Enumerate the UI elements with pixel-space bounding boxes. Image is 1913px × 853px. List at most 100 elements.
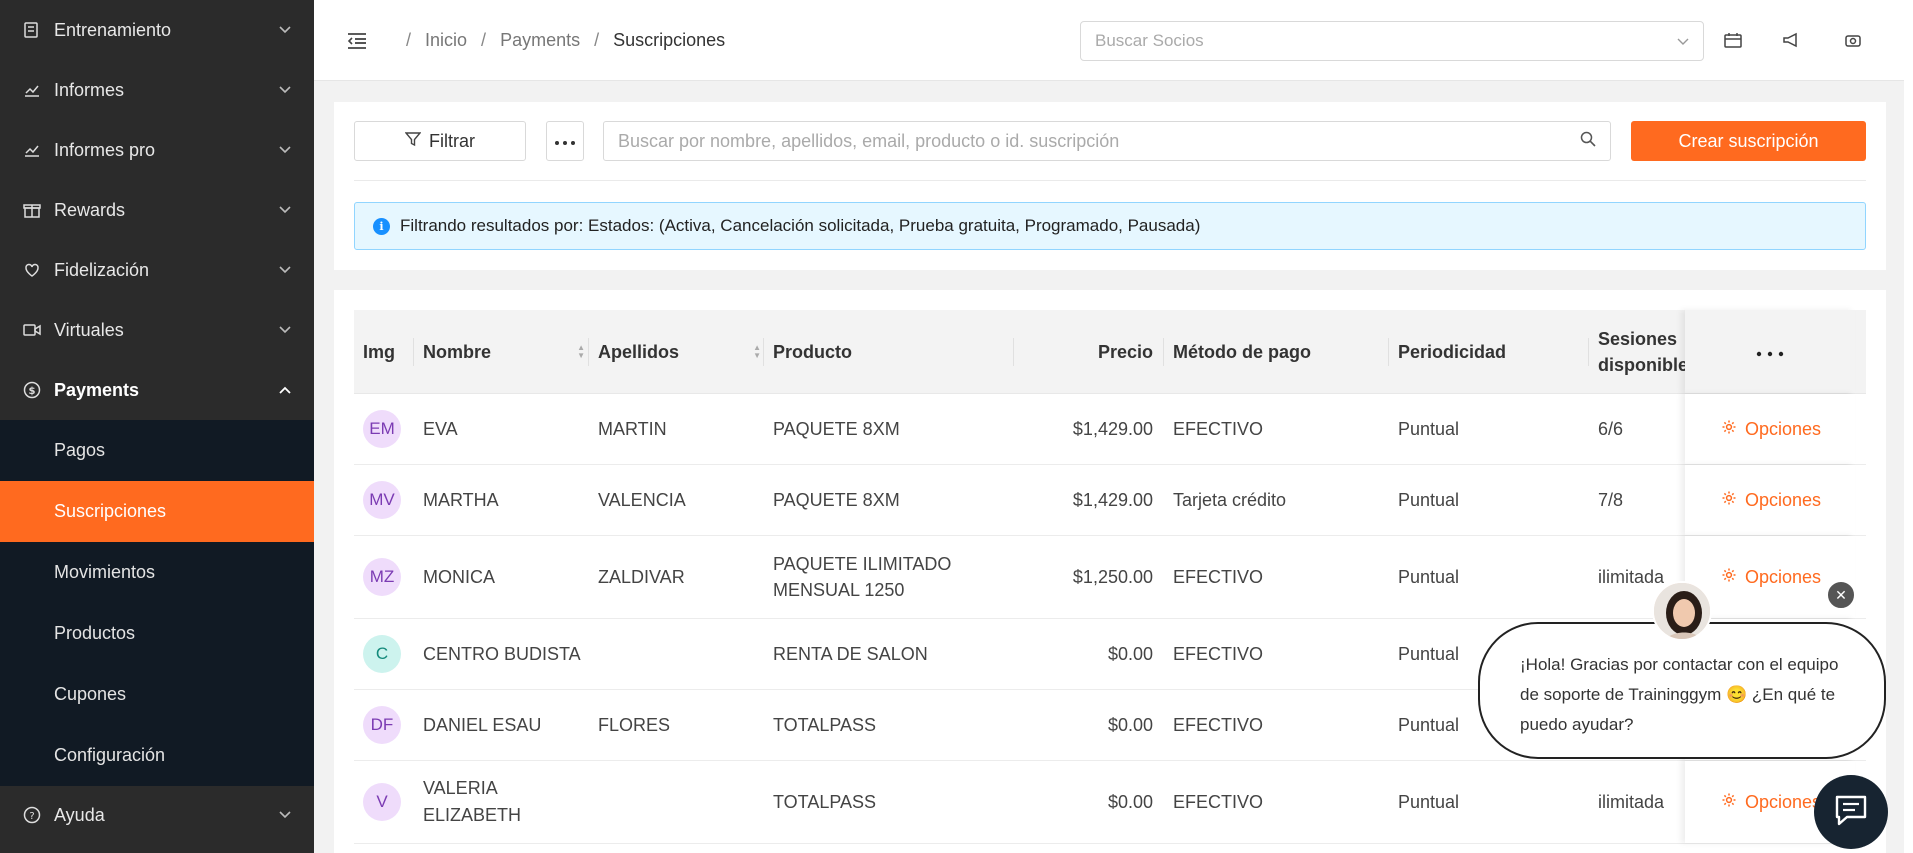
chat-greeting-bubble[interactable]: ¡Hola! Gracias por contactar con el equi… xyxy=(1478,622,1886,759)
cell-img: DF xyxy=(363,690,401,760)
cell-nombre: CENTRO BUDISTA xyxy=(423,643,581,664)
avatar: V xyxy=(363,783,401,821)
column-header-actions xyxy=(1685,310,1855,393)
cell-apellidos: MARTIN xyxy=(598,418,667,439)
options-button[interactable]: Opciones xyxy=(1721,792,1821,813)
chat-close-button[interactable]: ✕ xyxy=(1826,580,1856,610)
cell-producto: TOTALPASS xyxy=(773,792,877,812)
camera-icon[interactable] xyxy=(1842,29,1864,51)
sidebar-item-label: Fidelización xyxy=(54,259,150,280)
table-row[interactable]: MV MARTHA VALENCIA PAQUETE 8XM $1,429.00… xyxy=(354,465,1866,536)
filter-info-banner: i Filtrando resultados por: Estados: (Ac… xyxy=(354,202,1866,250)
cell-metodo-pago: EFECTIVO xyxy=(1173,714,1264,735)
avatar: EM xyxy=(363,410,401,448)
column-separator xyxy=(1588,338,1589,366)
payments-submenu: Pagos Suscripciones Movimientos Producto… xyxy=(0,420,314,786)
info-icon: i xyxy=(373,217,390,235)
sidebar-item-rewards[interactable]: Rewards xyxy=(0,180,314,240)
avatar: C xyxy=(363,635,401,673)
sidebar-item-payments[interactable]: $ Payments xyxy=(0,360,314,420)
sidebar-item-suscripciones[interactable]: Suscripciones xyxy=(0,481,314,542)
megaphone-icon[interactable] xyxy=(1780,29,1802,51)
table-body: EM EVA MARTIN PAQUETE 8XM $1,429.00 EFEC… xyxy=(354,394,1866,844)
gear-icon xyxy=(1721,419,1737,440)
cell-producto: TOTALPASS xyxy=(773,715,877,735)
breadcrumb-current: Suscripciones xyxy=(613,30,726,50)
breadcrumb: / Inicio / Payments / Suscripciones xyxy=(406,30,725,51)
column-separator xyxy=(763,338,764,366)
sidebar-item-virtuales[interactable]: Virtuales xyxy=(0,300,314,360)
create-subscription-button[interactable]: Crear suscripción xyxy=(1631,121,1866,161)
svg-text:$: $ xyxy=(29,386,36,397)
ellipsis-icon xyxy=(554,134,576,149)
column-header-nombre[interactable]: Nombre ▲ ▼ xyxy=(423,310,597,394)
svg-text:?: ? xyxy=(29,811,34,822)
cell-apellidos: VALENCIA xyxy=(598,489,686,510)
cell-periodicidad: Puntual xyxy=(1398,418,1460,439)
chat-icon xyxy=(1833,793,1869,832)
sidebar-item-fidelizacion[interactable]: Fidelización xyxy=(0,240,314,300)
cell-producto: RENTA DE SALON xyxy=(773,644,928,664)
options-label: Opciones xyxy=(1745,791,1822,812)
page-edge xyxy=(1904,0,1913,853)
sort-icon[interactable]: ▲ ▼ xyxy=(753,344,761,360)
column-header-periodicidad: Periodicidad xyxy=(1398,341,1507,362)
search-icon[interactable] xyxy=(1580,131,1596,152)
column-header-apellidos[interactable]: Apellidos ▲ ▼ xyxy=(598,310,773,394)
cell-nombre: DANIEL ESAU xyxy=(423,714,542,735)
options-label: Opciones xyxy=(1745,418,1822,439)
avatar: DF xyxy=(363,706,401,744)
breadcrumb-inicio[interactable]: Inicio xyxy=(425,30,467,51)
question-circle-icon: ? xyxy=(22,805,42,825)
table-row[interactable]: EM EVA MARTIN PAQUETE 8XM $1,429.00 EFEC… xyxy=(354,394,1866,465)
sidebar-item-pagos[interactable]: Pagos xyxy=(0,420,314,481)
filter-button[interactable]: Filtrar xyxy=(354,121,526,161)
cell-apellidos xyxy=(598,619,768,689)
cell-metodo-pago: EFECTIVO xyxy=(1173,791,1264,812)
sidebar-item-informes[interactable]: Informes xyxy=(0,60,314,120)
calendar-icon[interactable] xyxy=(1722,29,1744,51)
chat-launcher-button[interactable] xyxy=(1814,775,1888,849)
cell-precio: $1,429.00 xyxy=(1072,489,1153,510)
table-row[interactable]: V VALERIA ELIZABETH TOTALPASS $0.00 EFECT… xyxy=(354,761,1866,844)
cell-metodo-pago: EFECTIVO xyxy=(1173,643,1264,664)
gear-icon xyxy=(1721,490,1737,511)
cell-precio: $0.00 xyxy=(1107,714,1153,735)
sidebar-item-configuracion[interactable]: Configuración xyxy=(0,725,314,786)
chevron-down-icon xyxy=(278,323,292,337)
filter-button-label: Filtrar xyxy=(429,130,475,151)
ellipsis-icon[interactable] xyxy=(1755,341,1785,362)
cell-img: MV xyxy=(363,465,401,535)
cell-actions: Opciones xyxy=(1685,394,1855,464)
subscription-search-input[interactable]: Buscar por nombre, apellidos, email, pro… xyxy=(603,121,1611,161)
table-header: Img Nombre ▲ ▼ Apellidos ▲ ▼ Producto Prec… xyxy=(354,310,1866,394)
video-icon xyxy=(22,320,42,340)
cell-precio: $1,429.00 xyxy=(1072,418,1153,439)
sidebar-item-productos[interactable]: Productos xyxy=(0,603,314,664)
dollar-circle-icon: $ xyxy=(22,380,42,400)
more-options-button[interactable] xyxy=(546,121,584,161)
sidebar-item-movimientos[interactable]: Movimientos xyxy=(0,542,314,603)
sort-icon[interactable]: ▲ ▼ xyxy=(577,344,585,360)
gift-icon xyxy=(22,200,42,220)
cell-periodicidad: Puntual xyxy=(1398,566,1460,587)
sidebar-item-cupones[interactable]: Cupones xyxy=(0,664,314,725)
member-search-select[interactable]: Buscar Socios xyxy=(1080,21,1704,61)
cell-img: C xyxy=(363,619,401,689)
options-button[interactable]: Opciones xyxy=(1721,567,1821,588)
sidebar-item-ayuda[interactable]: ? Ayuda xyxy=(0,786,314,844)
chevron-down-icon xyxy=(278,143,292,157)
cell-metodo-pago: EFECTIVO xyxy=(1173,566,1264,587)
chevron-down-icon xyxy=(278,23,292,37)
column-header-img: Img xyxy=(363,341,396,362)
options-label: Opciones xyxy=(1745,566,1822,587)
cell-periodicidad: Puntual xyxy=(1398,489,1460,510)
sidebar-item-label: Rewards xyxy=(54,199,126,220)
options-button[interactable]: Opciones xyxy=(1721,490,1821,511)
table-row[interactable]: MZ MONICA ZALDIVAR PAQUETE ILIMITADO MENS… xyxy=(354,536,1866,619)
sidebar-item-informes-pro[interactable]: Informes pro xyxy=(0,120,314,180)
breadcrumb-payments[interactable]: Payments xyxy=(500,30,580,51)
sidebar-item-entrenamiento[interactable]: Entrenamiento xyxy=(0,0,314,60)
menu-fold-icon[interactable] xyxy=(344,28,370,54)
options-button[interactable]: Opciones xyxy=(1721,419,1821,440)
